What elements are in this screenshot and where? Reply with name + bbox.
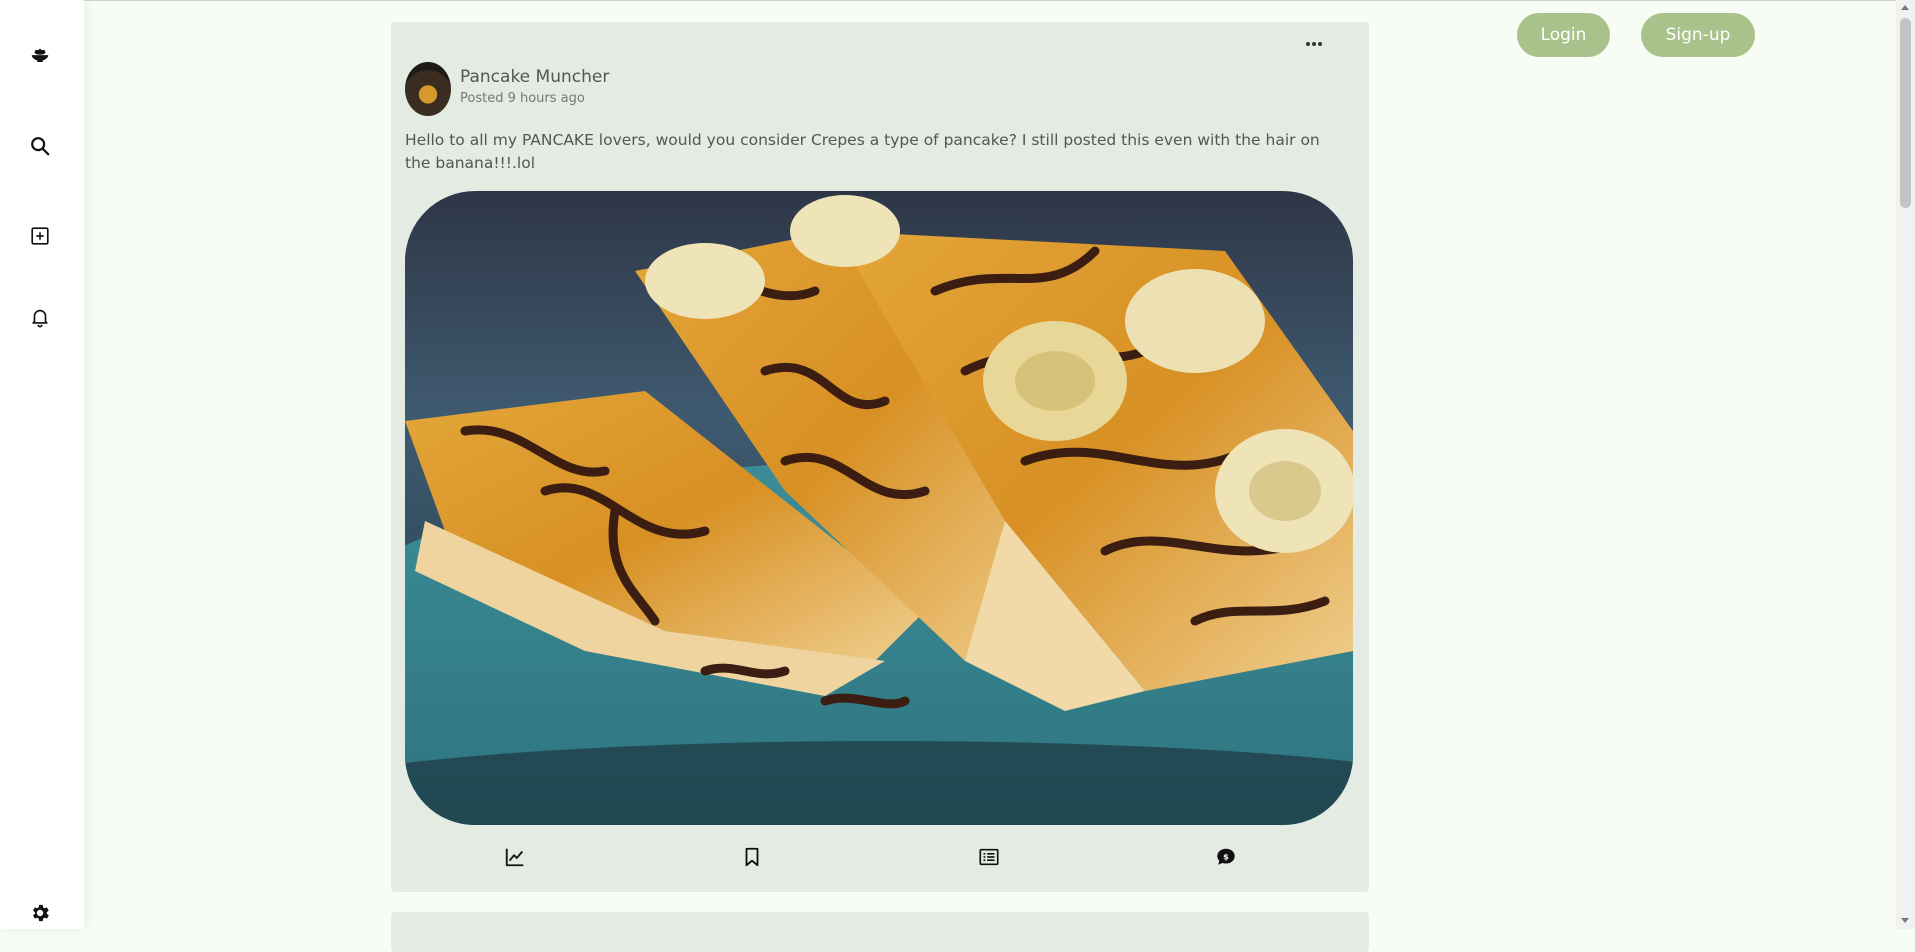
- bell-icon[interactable]: [24, 301, 56, 333]
- author-name[interactable]: Pancake Muncher: [460, 67, 609, 87]
- top-border: [0, 0, 1915, 1]
- scroll-up-arrow-icon[interactable]: [1901, 5, 1909, 10]
- sidebar: [0, 0, 84, 929]
- search-icon[interactable]: [24, 130, 56, 162]
- post-text: Hello to all my PANCAKE lovers, would yo…: [405, 131, 1320, 172]
- signup-button[interactable]: Sign-up: [1641, 13, 1755, 57]
- stats-icon[interactable]: [500, 842, 530, 872]
- bowl-icon[interactable]: [24, 40, 56, 72]
- post-card: Pancake Muncher Posted 9 hours ago Hello…: [391, 22, 1369, 892]
- login-button[interactable]: Login: [1517, 13, 1610, 57]
- scroll-down-arrow-icon[interactable]: [1901, 918, 1909, 923]
- avatar[interactable]: [405, 62, 451, 116]
- svg-text:$: $: [1223, 851, 1229, 861]
- bookmark-icon[interactable]: [737, 842, 767, 872]
- next-post-card: [391, 912, 1369, 952]
- post-image[interactable]: [405, 191, 1353, 825]
- add-post-icon[interactable]: [24, 220, 56, 252]
- list-icon[interactable]: [974, 842, 1004, 872]
- scroll-thumb[interactable]: [1900, 18, 1911, 208]
- more-options-icon[interactable]: [1299, 34, 1329, 54]
- comment-icon[interactable]: $: [1211, 842, 1241, 872]
- scrollbar[interactable]: [1896, 0, 1915, 929]
- gear-icon[interactable]: [24, 897, 56, 929]
- post-timestamp: Posted 9 hours ago: [460, 91, 585, 106]
